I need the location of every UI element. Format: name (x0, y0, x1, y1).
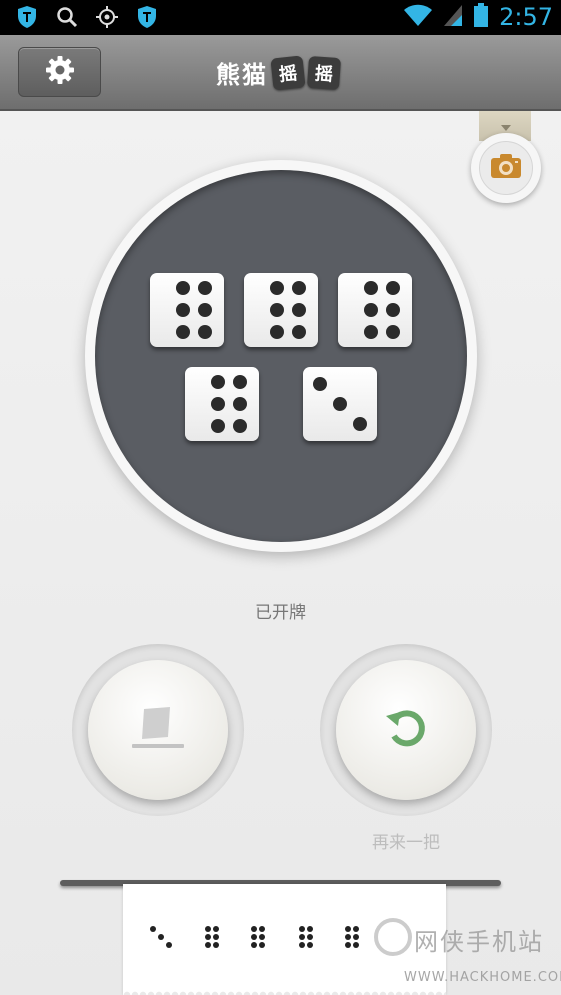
history-die-pip (166, 942, 172, 948)
die-pip (211, 419, 225, 433)
app-title: 熊猫 摇 摇 (216, 54, 342, 91)
die-pip (270, 281, 284, 295)
history-die-pip (150, 926, 156, 932)
history-die-pip (259, 942, 265, 948)
history-die-pip (259, 934, 265, 940)
die (338, 273, 412, 347)
die-pip (176, 325, 190, 339)
history-die-pip (205, 926, 211, 932)
action-bar: 熊猫 摇 摇 (0, 35, 561, 111)
history-die-pip (259, 926, 265, 932)
cup-cover-icon (128, 703, 188, 757)
again-button-ring (320, 644, 492, 816)
shield-icon (134, 4, 160, 30)
cover-button[interactable] (88, 660, 228, 800)
history-die (291, 924, 317, 950)
again-button-label: 再来一把 (372, 833, 440, 853)
die-pip (198, 325, 212, 339)
signal-icon (443, 3, 463, 31)
die-pip (292, 325, 306, 339)
die-pip (270, 325, 284, 339)
shield-icon (14, 4, 40, 30)
die-pip (353, 417, 367, 431)
watermark-title: 网侠手机站 (414, 928, 544, 956)
cover-button-ring (72, 644, 244, 816)
die-pip (176, 281, 190, 295)
history-die-pip (299, 942, 305, 948)
history-die-pip (345, 942, 351, 948)
history-die-pip (213, 942, 219, 948)
camera-button[interactable] (471, 133, 541, 203)
history-die-pip (307, 926, 313, 932)
history-die (337, 924, 363, 950)
status-text: 已开牌 (255, 603, 306, 623)
search-icon (54, 4, 80, 30)
history-die (148, 924, 174, 950)
die-pip (233, 375, 247, 389)
status-bar: 2:57 (0, 0, 561, 35)
dice-plate (85, 160, 477, 552)
history-die-pip (345, 926, 351, 932)
clock: 2:57 (499, 3, 553, 31)
die-pip (386, 281, 400, 295)
history-die (197, 924, 223, 950)
history-die-pip (353, 934, 359, 940)
die (150, 273, 224, 347)
die (244, 273, 318, 347)
die-pip (313, 377, 327, 391)
history-die-pip (213, 934, 219, 940)
history-die-pip (353, 942, 359, 948)
die-pip (211, 397, 225, 411)
history-die-pip (307, 942, 313, 948)
die-pip (233, 397, 247, 411)
refresh-icon (382, 704, 430, 756)
dice-plate-surface (95, 170, 467, 542)
die-pip (211, 375, 225, 389)
watermark: 网侠手机站 WWW.HACKHOME.COM (370, 912, 561, 992)
die-pip (292, 303, 306, 317)
history-die-pip (205, 942, 211, 948)
camera-icon (489, 152, 523, 184)
die-pip (198, 281, 212, 295)
die-pip (333, 397, 347, 411)
history-die-pip (299, 926, 305, 932)
settings-button[interactable] (18, 47, 101, 97)
history-die-pip (345, 934, 351, 940)
history-die-pip (307, 934, 313, 940)
battery-icon (473, 2, 489, 32)
die-pip (233, 419, 247, 433)
history-die-pip (251, 926, 257, 932)
die (185, 367, 259, 441)
die-pip (386, 303, 400, 317)
die (303, 367, 377, 441)
history-die-pip (251, 934, 257, 940)
again-button[interactable] (336, 660, 476, 800)
app-title-tile: 摇 (270, 54, 306, 91)
history-die-pip (299, 934, 305, 940)
die-pip (386, 325, 400, 339)
die-pip (198, 303, 212, 317)
gear-icon (45, 55, 75, 89)
die-pip (364, 325, 378, 339)
history-die-pip (205, 934, 211, 940)
app-screen: 2:57 熊猫 摇 摇 已开牌 再来一把 网侠手机站 WWW.HACKHOME.… (0, 0, 561, 995)
watermark-url: WWW.HACKHOME.COM (404, 970, 561, 985)
app-title-text: 熊猫 (216, 60, 268, 89)
die-pip (270, 303, 284, 317)
history-die-pip (158, 934, 164, 940)
history-die-pip (213, 926, 219, 932)
history-die (243, 924, 269, 950)
location-target-icon (94, 4, 120, 30)
history-die-pip (353, 926, 359, 932)
history-die-pip (251, 942, 257, 948)
watermark-logo (374, 918, 412, 956)
app-title-tile: 摇 (306, 55, 342, 90)
die-pip (364, 303, 378, 317)
die-pip (292, 281, 306, 295)
die-pip (176, 303, 190, 317)
wifi-icon (403, 3, 433, 31)
die-pip (364, 281, 378, 295)
